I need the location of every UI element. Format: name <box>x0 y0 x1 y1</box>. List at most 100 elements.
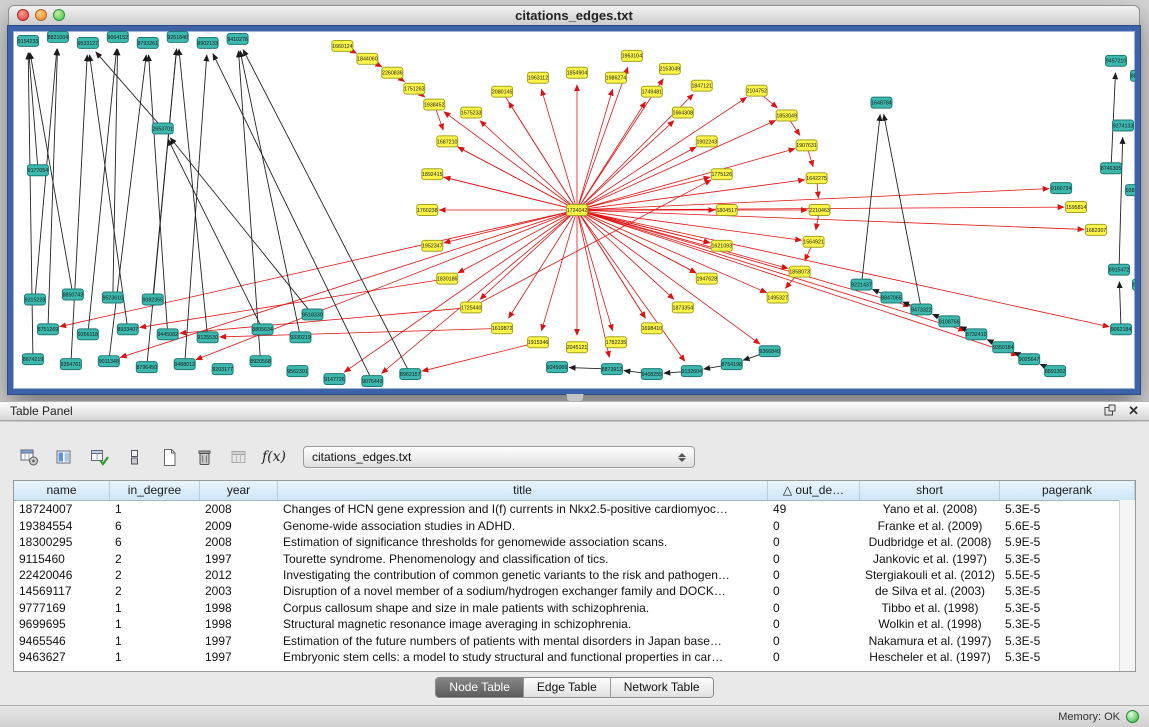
graph-edge[interactable] <box>541 89 577 210</box>
graph-edge[interactable] <box>240 51 300 338</box>
graph-node[interactable]: 9473322 <box>911 304 932 315</box>
graph-edge[interactable] <box>577 147 696 210</box>
graph-node[interactable]: 9076443 <box>362 376 383 387</box>
table-cell[interactable]: Disruption of a novel member of a sodium… <box>278 583 768 599</box>
table-cell[interactable]: 0 <box>768 616 860 632</box>
table-cell[interactable]: 0 <box>768 600 860 616</box>
graph-node[interactable]: 1664308 <box>672 107 693 118</box>
graph-node[interactable]: 2153049 <box>659 63 680 74</box>
graph-node[interactable]: 1892415 <box>422 169 443 180</box>
graph-node[interactable]: 8915472 <box>1109 264 1130 275</box>
table-cell[interactable]: 1997 <box>200 649 278 665</box>
graph-node[interactable]: 9410276 <box>227 33 248 44</box>
graph-node[interactable]: 1844060 <box>357 53 378 64</box>
graph-node[interactable]: 8793261 <box>137 37 158 48</box>
table-row[interactable]: 1938455462009Genome-wide association stu… <box>14 518 1135 534</box>
table-cell[interactable]: 2 <box>110 567 200 583</box>
minimize-window-button[interactable] <box>35 9 47 21</box>
graph-node[interactable]: 8796450 <box>136 362 157 373</box>
graph-node[interactable]: 1938452 <box>424 99 445 110</box>
graph-edge[interactable] <box>120 210 577 357</box>
graph-node[interactable]: 9445082 <box>157 329 178 340</box>
table-cell[interactable]: 5.3E-5 <box>1000 501 1135 517</box>
graph-node[interactable]: 9366840 <box>759 346 780 357</box>
graph-node[interactable]: 2653701 <box>152 123 173 134</box>
table-cell[interactable]: 1 <box>110 633 200 649</box>
table-cell[interactable]: 1998 <box>200 600 278 616</box>
table-cell[interactable]: 1 <box>110 616 200 632</box>
graph-node[interactable]: 9064152 <box>107 31 128 42</box>
graph-node[interactable]: 8920568 <box>250 356 271 367</box>
table-cell[interactable]: 5.3E-5 <box>1000 633 1135 649</box>
column-header-out_de[interactable]: △ out_de… <box>768 481 860 500</box>
graph-node[interactable]: 1782235 <box>605 337 626 348</box>
graph-edge[interactable] <box>113 49 118 298</box>
graph-node[interactable]: 1907631 <box>796 140 817 151</box>
function-builder-icon[interactable]: f(x) <box>261 445 287 469</box>
table-cell[interactable]: 2 <box>110 551 200 567</box>
table-row[interactable]: 1830029562008Estimation of significance … <box>14 534 1135 550</box>
graph-node[interactable]: 9350184 <box>993 342 1014 353</box>
table-cell[interactable]: 6 <box>110 518 200 534</box>
table-cell[interactable]: 1997 <box>200 633 278 649</box>
table-cell[interactable]: 9699695 <box>14 616 110 632</box>
graph-edge[interactable] <box>577 210 965 331</box>
graph-node[interactable]: 1952347 <box>422 240 443 251</box>
table-cell[interactable]: Franke et al. (2009) <box>860 518 1000 534</box>
column-header-title[interactable]: title <box>278 481 768 500</box>
graph-node[interactable]: 9025647 <box>1019 354 1040 365</box>
graph-node[interactable]: 8805634 <box>252 324 273 335</box>
graph-node[interactable]: 1725440 <box>461 302 482 313</box>
table-cell[interactable]: 0 <box>768 649 860 665</box>
graph-node[interactable]: 9160734 <box>1051 183 1072 194</box>
graph-node[interactable]: 2080145 <box>492 86 513 97</box>
table-row[interactable]: 911546021997Tourette syndrome. Phenomeno… <box>14 551 1135 567</box>
table-cell[interactable]: 5.3E-5 <box>1000 551 1135 567</box>
graph-edge[interactable] <box>577 97 747 210</box>
table-cell[interactable]: Changes of HCN gene expression and I(f) … <box>278 501 768 517</box>
float-panel-icon[interactable] <box>1104 404 1116 418</box>
graph-node[interactable]: 1682307 <box>1086 224 1107 235</box>
graph-node[interactable]: 8962157 <box>400 369 421 380</box>
table-cell[interactable]: 14569117 <box>14 583 110 599</box>
graph-edge[interactable] <box>1119 137 1123 269</box>
table-cell[interactable]: 9777169 <box>14 600 110 616</box>
graph-node[interactable]: 9177054 <box>27 165 48 176</box>
table-cell[interactable]: 9463627 <box>14 649 110 665</box>
graph-edge[interactable] <box>884 114 922 309</box>
table-cell[interactable]: 2012 <box>200 567 278 583</box>
table-cell[interactable]: 0 <box>768 633 860 649</box>
graph-edge[interactable] <box>170 138 312 315</box>
graph-node[interactable]: 9408255 <box>641 369 662 380</box>
show-columns-icon[interactable] <box>51 445 77 469</box>
edit-columns-icon[interactable] <box>86 445 112 469</box>
tab-edge-table[interactable]: Edge Table <box>524 678 611 697</box>
table-cell[interactable]: 19384554 <box>14 518 110 534</box>
window-titlebar[interactable]: citations_edges.txt <box>8 5 1140 26</box>
graph-node[interactable]: 2045121 <box>567 342 588 353</box>
table-cell[interactable]: 5.3E-5 <box>1000 616 1135 632</box>
graph-node[interactable]: 1858073 <box>789 266 810 277</box>
table-cell[interactable]: 0 <box>768 551 860 567</box>
graph-edge[interactable] <box>444 112 577 210</box>
graph-edge[interactable] <box>577 210 613 331</box>
graph-node[interactable]: 8821004 <box>47 31 68 42</box>
graph-node[interactable]: 1775126 <box>711 169 732 180</box>
column-header-year[interactable]: year <box>200 481 278 500</box>
graph-node[interactable]: 1575233 <box>461 107 482 118</box>
table-cell[interactable]: Stergiakouli et al. (2012) <box>860 567 1000 583</box>
graph-node[interactable]: 1621093 <box>711 240 732 251</box>
graph-node[interactable]: 1986274 <box>605 72 626 83</box>
graph-node[interactable]: 1648784 <box>871 97 892 108</box>
graph-node[interactable]: 8674219 <box>22 354 43 365</box>
table-cell[interactable]: Wolkin et al. (1998) <box>860 616 1000 632</box>
graph-edge[interactable] <box>88 49 117 334</box>
table-row[interactable]: 1872400712008Changes of HCN gene express… <box>14 501 1135 517</box>
table-cell[interactable]: 2008 <box>200 501 278 517</box>
table-cell[interactable]: Jankovic et al. (1997) <box>860 551 1000 567</box>
graph-edge[interactable] <box>861 114 880 284</box>
graph-node[interactable]: 9125530 <box>197 332 218 343</box>
graph-node[interactable]: 9354761 <box>60 359 81 370</box>
table-cell[interactable]: Estimation of significance thresholds fo… <box>278 534 768 550</box>
graph-node[interactable]: 8754198 <box>721 359 742 370</box>
